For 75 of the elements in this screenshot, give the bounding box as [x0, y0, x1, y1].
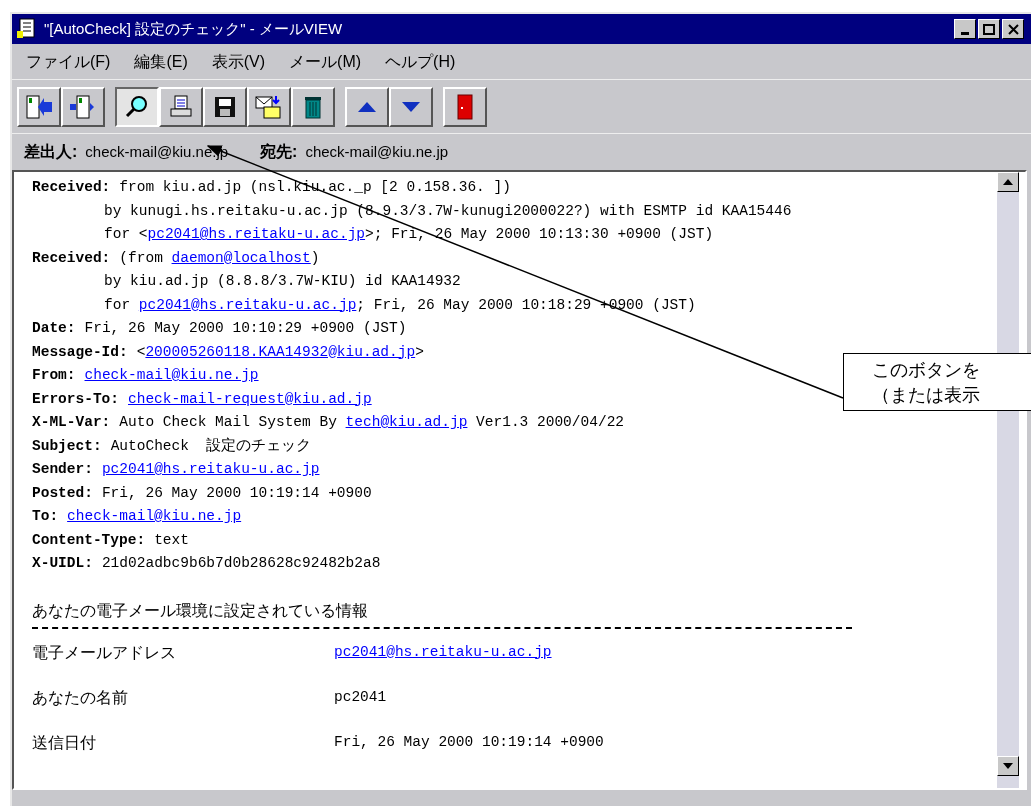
- address-label: 差出人:: [24, 142, 78, 162]
- envelope-folder-icon: [254, 93, 284, 120]
- email-link[interactable]: check-mail-request@kiu.ad.jp: [128, 387, 372, 411]
- header-text: >; Fri, 26 May 2000 10:13:30 +0900 (JST): [365, 225, 714, 244]
- email-link[interactable]: 200005260118.KAA14932@kiu.ad.jp: [145, 340, 416, 364]
- header-label: Content-Type:: [32, 530, 146, 550]
- search-icon: [124, 93, 150, 120]
- email-link[interactable]: check-mail@kiu.ne.jp: [67, 505, 242, 529]
- header-text: <: [136, 342, 146, 362]
- header-label: X-UIDL:: [32, 554, 93, 573]
- header-label: Sender:: [32, 460, 93, 479]
- triangle-down-icon: [401, 100, 421, 113]
- header-text: for <: [104, 225, 148, 244]
- header-label: Date:: [32, 319, 76, 338]
- scroll-down-button[interactable]: [997, 756, 1019, 776]
- email-link[interactable]: pc2041@hs.reitaku-u.ac.jp: [147, 223, 366, 247]
- address-label: 宛先:: [260, 142, 298, 162]
- triangle-up-icon: [357, 100, 377, 113]
- header-text: Ver1.3 2000/04/22: [475, 413, 625, 432]
- intro-text: あなたの電子メール環境に設定されている情報: [32, 600, 369, 621]
- header-label: Message-Id:: [32, 342, 128, 362]
- minimize-button[interactable]: [954, 19, 976, 39]
- menu-item[interactable]: 編集(E): [134, 49, 188, 74]
- menu-item[interactable]: ファイル(F): [26, 49, 111, 74]
- header-label: To:: [32, 507, 59, 526]
- email-link[interactable]: pc2041@hs.reitaku-u.ac.jp: [101, 458, 320, 482]
- info-label: あなたの名前: [32, 687, 129, 708]
- address-value: check-mail@kiu.ne.jp: [305, 141, 449, 162]
- info-label: 電子メールアドレス: [32, 642, 177, 663]
- header-label: From:: [32, 366, 76, 385]
- toolbar-button[interactable]: [115, 86, 159, 127]
- header-label: X-ML-Var:: [32, 413, 111, 432]
- header-text: text: [154, 530, 189, 550]
- minimize-icon: [961, 32, 969, 35]
- email-link[interactable]: tech@kiu.ad.jp: [345, 411, 468, 435]
- header-text: ): [310, 248, 320, 268]
- printer-icon: [168, 93, 194, 120]
- header-text: AutoCheck 設定のチェック: [110, 436, 312, 456]
- header-label: Posted:: [32, 483, 93, 503]
- page-arrow-left-icon: [24, 93, 54, 120]
- email-link[interactable]: daemon@localhost: [171, 246, 311, 270]
- menu-item[interactable]: 表示(V): [211, 49, 266, 74]
- scrollbar[interactable]: [997, 172, 1019, 788]
- callout-text: （または表示: [872, 384, 981, 407]
- email-link[interactable]: pc2041@hs.reitaku-u.ac.jp: [334, 640, 552, 664]
- maximize-button[interactable]: [978, 19, 1000, 39]
- maximize-icon: [983, 23, 995, 35]
- header-text: (from: [119, 248, 164, 268]
- email-link[interactable]: check-mail@kiu.ne.jp: [84, 364, 259, 388]
- info-label: 送信日付: [32, 732, 97, 753]
- menu-item[interactable]: ヘルプ(H): [385, 49, 456, 74]
- callout-text: このボタンを: [872, 359, 981, 382]
- triangle-up-icon: [1003, 179, 1013, 185]
- window-title: "[AutoCheck] 設定のチェック" - メールVIEW: [44, 18, 344, 39]
- header-text: Fri, 26 May 2000 10:10:29 +0900 (JST): [84, 319, 407, 338]
- header-label: Received:: [32, 178, 111, 197]
- info-value: pc2041: [334, 687, 387, 707]
- header-text: Fri, 26 May 2000 10:19:14 +0900: [101, 483, 372, 503]
- triangle-down-icon: [1003, 763, 1013, 769]
- document-icon: [16, 18, 36, 40]
- header-text: Auto Check Mail System By: [119, 413, 338, 432]
- door-icon: [457, 93, 473, 120]
- scroll-up-button[interactable]: [997, 172, 1019, 192]
- menu-item[interactable]: メール(M): [289, 49, 362, 74]
- header-text: >: [415, 342, 424, 362]
- header-label: Subject:: [32, 436, 102, 456]
- header-label: Errors-To:: [32, 389, 119, 409]
- header-text: 21d02adbc9b6b7d0b28628c92482b2a8: [101, 554, 381, 573]
- info-value: Fri, 26 May 2000 10:19:14 +0900: [334, 732, 604, 752]
- email-link[interactable]: pc2041@hs.reitaku-u.ac.jp: [138, 293, 357, 317]
- close-button[interactable]: [1002, 19, 1024, 39]
- header-text: for: [104, 295, 132, 315]
- header-text: by kiu.ad.jp (8.8.8/3.7W-KIU) id KAA14932: [104, 272, 461, 291]
- close-icon: [1007, 23, 1019, 35]
- header-label: Received:: [32, 248, 111, 268]
